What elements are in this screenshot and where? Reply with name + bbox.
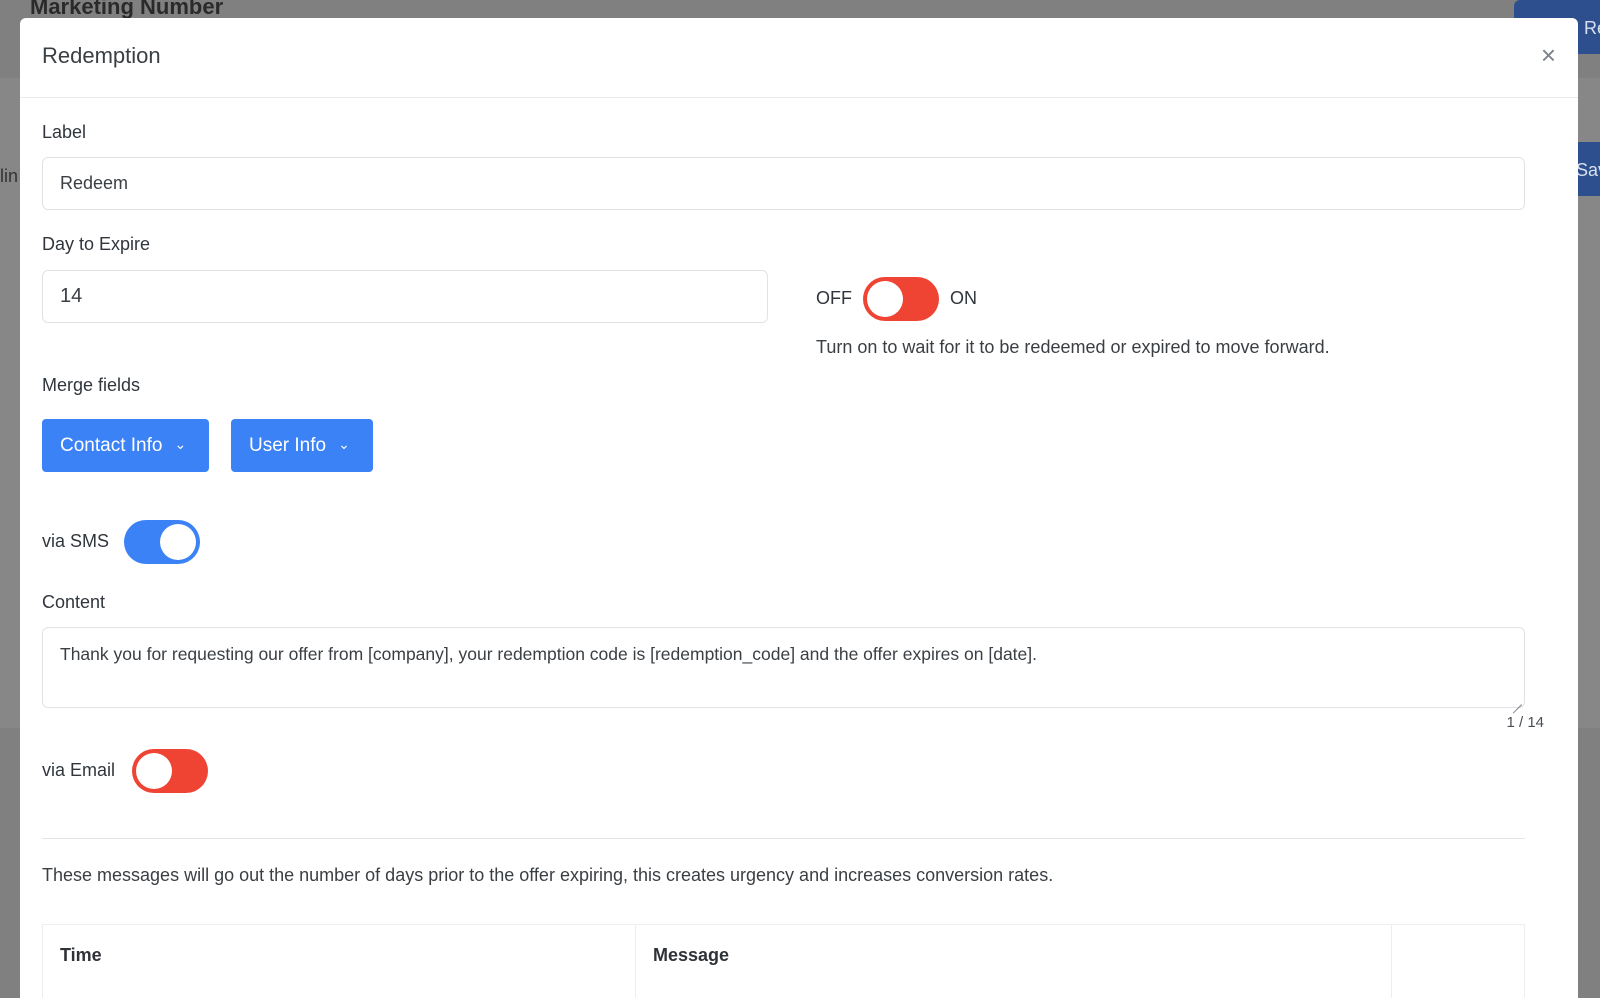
table-header-actions: [1392, 925, 1526, 998]
wait-toggle[interactable]: [863, 277, 939, 321]
content-textarea[interactable]: Thank you for requesting our offer from …: [42, 627, 1525, 708]
toggle-knob: [867, 281, 903, 317]
table-header-time-label: Time: [60, 945, 102, 965]
chevron-down-icon: ⌄: [174, 436, 187, 452]
reminders-table: Time Message: [42, 924, 1525, 998]
label-field-label: Label: [42, 122, 87, 142]
modal-header: Redemption ×: [20, 18, 1578, 98]
table-header-message: Message: [636, 925, 1392, 998]
redemption-modal: Redemption × Label Redeem Day to Expire …: [20, 18, 1578, 998]
email-toggle-label: via Email: [42, 760, 116, 780]
modal-title: Redemption: [42, 43, 161, 68]
table-header-time: Time: [43, 925, 636, 998]
content-label: Content: [42, 592, 106, 612]
contact-info-dropdown-button[interactable]: Contact Info ⌄: [42, 419, 209, 472]
label-input[interactable]: Redeem: [42, 157, 1525, 210]
chevron-down-icon: ⌄: [338, 436, 350, 452]
content-text: Thank you for requesting our offer from …: [60, 644, 1037, 664]
wait-toggle-on-label: ON: [950, 288, 977, 308]
toggle-knob: [136, 753, 172, 789]
user-info-dropdown-button[interactable]: User Info ⌄: [231, 419, 373, 472]
section-divider: [42, 838, 1525, 839]
merge-fields-label: Merge fields: [42, 375, 141, 395]
background-side-text: lin: [0, 166, 19, 186]
resize-handle-icon[interactable]: [1512, 695, 1522, 705]
character-counter: 1 / 14: [1506, 714, 1544, 731]
expire-input[interactable]: 14: [42, 270, 768, 323]
table-header-message-label: Message: [653, 945, 730, 965]
user-info-label: User Info: [249, 434, 327, 456]
wait-toggle-hint: Turn on to wait for it to be redeemed or…: [816, 337, 1330, 357]
background-page-title: Marketing Number: [30, 0, 224, 19]
wait-toggle-off-label: OFF: [816, 288, 852, 308]
expire-field-label: Day to Expire: [42, 234, 151, 254]
reminder-info-text: These messages will go out the number of…: [42, 865, 1054, 885]
toggle-knob: [160, 524, 196, 560]
sms-toggle-label: via SMS: [42, 531, 110, 551]
close-icon[interactable]: ×: [1541, 42, 1556, 68]
contact-info-label: Contact Info: [60, 434, 163, 456]
sms-toggle[interactable]: [124, 520, 200, 564]
email-toggle[interactable]: [132, 749, 208, 793]
